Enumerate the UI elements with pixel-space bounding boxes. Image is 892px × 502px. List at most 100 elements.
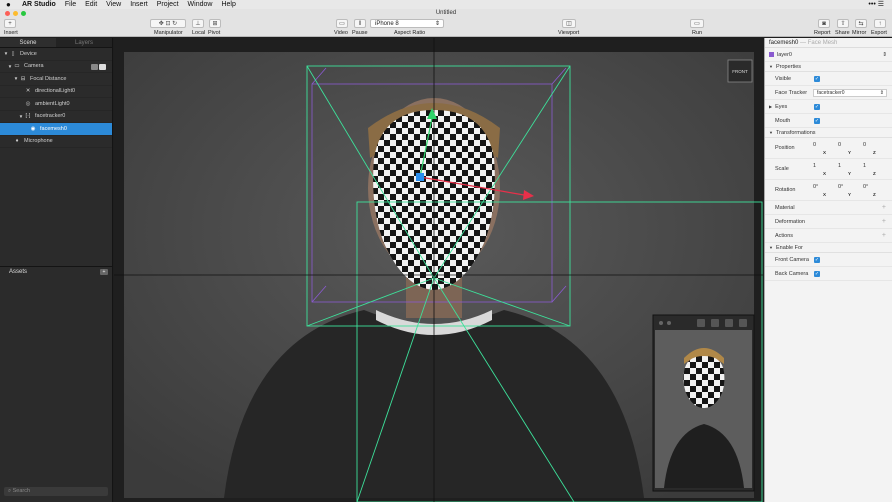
- deformation-row[interactable]: Deformation +: [765, 215, 892, 229]
- tab-layers[interactable]: Layers: [56, 38, 112, 47]
- preview-window[interactable]: [652, 314, 755, 492]
- pivot-icon: ⊞: [212, 21, 218, 27]
- export-icon: ↑: [878, 20, 882, 27]
- mirror-button[interactable]: ⇆: [855, 19, 867, 28]
- tab-scene[interactable]: Scene: [0, 38, 56, 47]
- rotation-y-field[interactable]: 0° Y: [838, 184, 855, 197]
- back-camera-checkbox[interactable]: ✓: [814, 271, 820, 277]
- tree-item-camera[interactable]: ▼ ▭ Camera: [0, 61, 112, 73]
- window-title: Untitled: [435, 10, 457, 16]
- menu-view[interactable]: View: [106, 1, 121, 8]
- scene-viewport[interactable]: FRONT: [114, 38, 763, 502]
- eyes-checkbox[interactable]: ✓: [814, 104, 820, 110]
- rotation-x-field[interactable]: 0° X: [813, 184, 830, 197]
- scale-y-field[interactable]: 1Y: [838, 163, 855, 176]
- share-icon: ⇧: [840, 21, 846, 27]
- position-x-field[interactable]: 0X: [813, 142, 830, 155]
- actions-row[interactable]: Actions +: [765, 229, 892, 243]
- menu-extras[interactable]: ••• ☰: [868, 0, 884, 8]
- actions-label: Actions: [775, 232, 794, 239]
- video-button[interactable]: ▭: [336, 19, 348, 28]
- device-select[interactable]: iPhone 8 ⇕: [370, 19, 444, 28]
- tree-item-directional-light[interactable]: ✕ directionalLight0: [0, 86, 112, 98]
- pause-button[interactable]: ‖: [354, 19, 366, 28]
- rotation-z-field[interactable]: 0° Z: [863, 184, 880, 197]
- menu-edit[interactable]: Edit: [85, 1, 97, 8]
- manipulator-button[interactable]: ✥ ⊡ ↻: [150, 19, 186, 28]
- menu-app[interactable]: AR Studio: [22, 1, 56, 8]
- scale-x-field[interactable]: 1X: [813, 163, 830, 176]
- tree-item-facetracker[interactable]: ▼ [·] facetracker0: [0, 111, 112, 123]
- rotation-x-value: 0°: [813, 184, 819, 190]
- enable-for-section[interactable]: ▼ Enable For: [765, 243, 892, 253]
- local-button[interactable]: ⊥: [192, 19, 204, 28]
- menu-help[interactable]: Help: [221, 1, 235, 8]
- scale-z-field[interactable]: 1Z: [863, 163, 880, 176]
- z-axis-handle-icon[interactable]: [416, 173, 424, 181]
- disclosure-triangle-icon[interactable]: ▶: [769, 104, 772, 109]
- tree-item-device[interactable]: ▼ ▯ Device: [0, 48, 112, 61]
- section-title: Properties: [775, 63, 802, 70]
- tree-item-facemesh[interactable]: ◉ facemesh0: [0, 123, 112, 136]
- report-button[interactable]: ◙: [818, 19, 830, 28]
- layer-select[interactable]: layer0 ⇕: [765, 48, 892, 62]
- rotation-y-value: 0°: [838, 184, 844, 190]
- viewport-button[interactable]: ◫: [562, 19, 576, 28]
- mouth-checkbox[interactable]: ✓: [814, 118, 820, 124]
- run-button[interactable]: ▭: [690, 19, 704, 28]
- preview-close-button[interactable]: [659, 321, 663, 325]
- tree-item-microphone[interactable]: ♦ Microphone: [0, 136, 112, 148]
- tree-item-focal-distance[interactable]: ▼ ⊟ Focal Distance: [0, 73, 112, 86]
- position-x-value: 0: [813, 142, 817, 148]
- visible-checkbox[interactable]: ✓: [814, 76, 820, 82]
- menu-project[interactable]: Project: [157, 1, 179, 8]
- object-name: facemesh0: [769, 40, 799, 46]
- preview-screenshot-icon[interactable]: [725, 319, 733, 327]
- tree-item-label: Focal Distance: [30, 75, 67, 82]
- share-button[interactable]: ⇧: [837, 19, 849, 28]
- tree-item-ambient-light[interactable]: ◎ ambientLight0: [0, 98, 112, 111]
- camera-badges: [91, 63, 106, 70]
- back-camera-row: Back Camera ✓: [765, 267, 892, 281]
- preview-refresh-icon[interactable]: [697, 319, 705, 327]
- camera-icon: ▭: [14, 63, 20, 70]
- pivot-button[interactable]: ⊞: [209, 19, 221, 28]
- assets-label: Assets: [9, 269, 28, 275]
- viewport-canvas[interactable]: FRONT: [114, 38, 763, 502]
- add-deformation-button[interactable]: +: [882, 218, 886, 225]
- properties-panel: facemesh0 — Face Mesh layer0 ⇕ ▼ Properti…: [764, 38, 892, 502]
- visible-label: Visible: [775, 75, 792, 82]
- layer-value: layer0: [777, 51, 792, 58]
- material-row[interactable]: Material +: [765, 201, 892, 215]
- preview-minimize-button[interactable]: [667, 321, 671, 325]
- add-asset-button[interactable]: +: [100, 269, 108, 275]
- axis-label: Z: [873, 150, 876, 155]
- transformations-section[interactable]: ▼ Transformations: [765, 128, 892, 138]
- properties-section[interactable]: ▼ Properties: [765, 62, 892, 72]
- face-tracker-select[interactable]: facetracker0 ⇕: [813, 89, 887, 97]
- section-title: Enable For: [775, 244, 803, 251]
- plus-icon: +: [8, 20, 12, 27]
- section-title: Transformations: [775, 129, 816, 136]
- export-button[interactable]: ↑: [874, 19, 886, 28]
- chevron-updown-icon: ⇕: [434, 21, 440, 27]
- add-material-button[interactable]: +: [882, 204, 886, 211]
- apple-icon[interactable]: ●: [6, 0, 16, 9]
- insert-button[interactable]: +: [4, 19, 16, 28]
- search-input[interactable]: ⌕ Search: [4, 487, 108, 496]
- position-y-field[interactable]: 0Y: [838, 142, 855, 155]
- front-camera-checkbox[interactable]: ✓: [814, 257, 820, 263]
- menu-file[interactable]: File: [65, 1, 76, 8]
- position-y-value: 0: [838, 142, 842, 148]
- preview-chart-icon[interactable]: [711, 319, 719, 327]
- add-action-button[interactable]: +: [882, 232, 886, 239]
- axis-label: Y: [848, 150, 852, 155]
- menu-insert[interactable]: Insert: [130, 1, 148, 8]
- axis-label: Z: [873, 171, 876, 176]
- video-icon: ▭: [339, 21, 345, 27]
- position-z-field[interactable]: 0Z: [863, 142, 880, 155]
- menu-window[interactable]: Window: [188, 1, 213, 8]
- insert-label: Insert: [4, 30, 18, 36]
- preview-settings-icon[interactable]: [739, 319, 747, 327]
- mouth-label: Mouth: [775, 117, 791, 124]
